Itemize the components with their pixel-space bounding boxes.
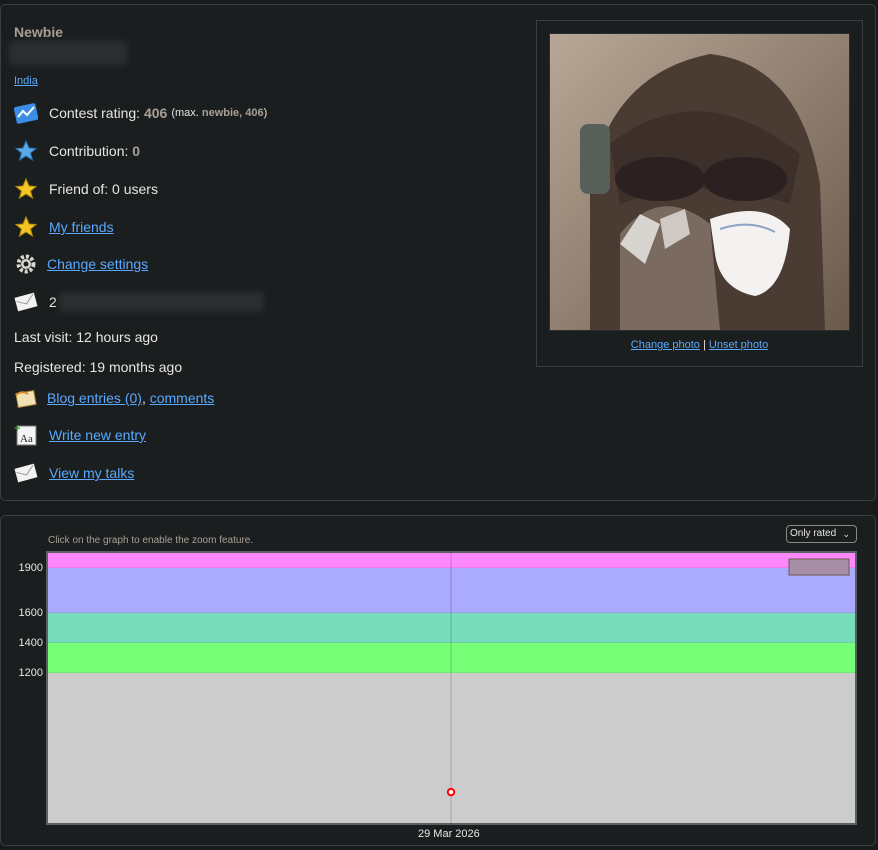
change-photo-link[interactable]: Change photo [631,339,700,351]
contribution-label: Contribution: [49,143,129,159]
chevron-down-icon: ⌄ [842,529,850,539]
blog-entries-link[interactable]: Blog entries (0) [47,390,142,406]
talks-row: View my talks [14,461,134,485]
rating-point-0[interactable] [446,787,456,797]
y-tick-label: 1600 [18,607,43,619]
new-entry-icon: Aa + [14,423,38,447]
envelope-icon [14,290,38,314]
profile-photo[interactable] [549,33,850,331]
blue-star-icon [14,139,38,163]
y-tick-label: 1900 [18,562,43,574]
contest-rating-row: Contest rating: 406 (max. newbie, 406) [14,101,267,125]
legend-box [788,558,850,576]
contest-rating-value: 406 [143,105,168,121]
contest-rating-label: Contest rating: [49,105,141,121]
photo-box: Change photo | Unset photo [536,20,863,367]
envelope-icon [14,461,38,485]
rating-plot[interactable] [46,551,857,825]
photo-link-separator: | [702,339,706,351]
my-friends-link[interactable]: My friends [49,219,114,235]
email-prefix: 2 [49,294,57,310]
unset-photo-link[interactable]: Unset photo [709,339,768,351]
zoom-hint: Click on the graph to enable the zoom fe… [48,535,254,546]
friend-of-row: Friend of: 0 users [14,177,158,201]
y-tick-label: 1400 [18,637,43,649]
email-redacted [58,292,264,312]
rated-filter-value: Only rated [790,528,837,539]
rated-filter-select[interactable]: Only rated ⌄ [786,525,857,543]
rating-plot-svg[interactable] [48,553,855,823]
user-rank: Newbie [14,24,64,40]
rating-chart-icon [14,101,38,125]
gear-icon [14,252,38,276]
last-visit: Last visit: 12 hours ago [14,329,158,345]
profile-card: Newbie India Contest rating: 406 (max. n… [0,4,876,501]
max-rating: (max. newbie, 406) [171,107,268,119]
write-new-entry-link[interactable]: Write new entry [49,427,146,443]
comments-link[interactable]: comments [150,390,215,406]
my-friends-row: My friends [14,215,114,239]
svg-text:+: + [14,423,20,435]
friend-of-text: Friend of: 0 users [49,181,158,197]
photo-links: Change photo | Unset photo [537,339,862,351]
country-link[interactable]: India [14,75,38,87]
registered: Registered: 19 months ago [14,359,183,375]
svg-text:Aa: Aa [20,433,33,445]
x-tick-label: 29 Mar 2026 [418,828,480,840]
change-settings-link[interactable]: Change settings [47,256,148,272]
rating-graph-card: Click on the graph to enable the zoom fe… [0,515,876,846]
email-row: 2 [14,290,264,314]
handle-redacted [9,41,127,65]
gold-star-icon [14,177,38,201]
blog-icon [14,386,38,410]
contribution-value: 0 [132,143,141,159]
blog-row: Blog entries (0) , comments [14,386,214,410]
comma: , [141,390,146,406]
gold-star-icon [14,215,38,239]
contribution-row: Contribution: 0 [14,139,140,163]
y-tick-label: 1200 [18,667,43,679]
view-my-talks-link[interactable]: View my talks [49,465,134,481]
settings-row: Change settings [14,252,148,276]
write-entry-row: Aa + Write new entry [14,423,146,447]
